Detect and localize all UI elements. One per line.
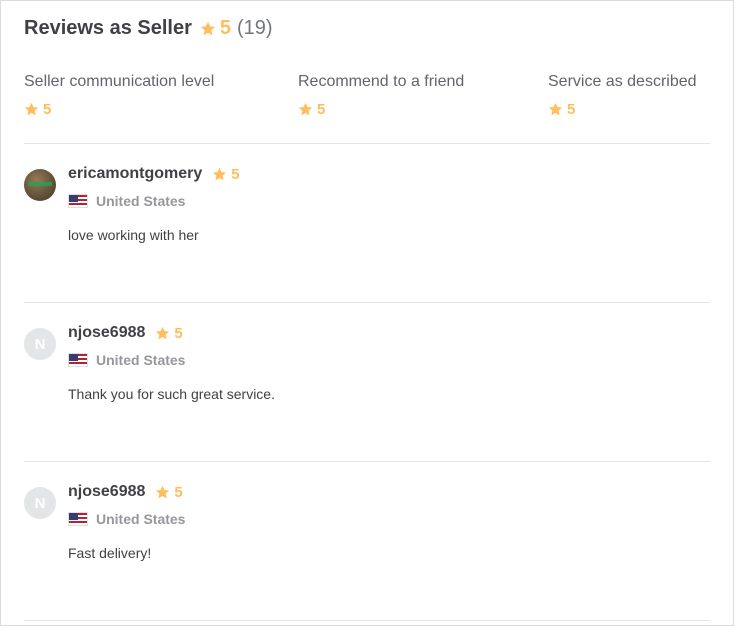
reviews-panel: Reviews as Seller 5 (19) Seller communic… (0, 0, 734, 626)
breakdown-label: Recommend to a friend (298, 73, 465, 90)
avatar[interactable]: N (24, 328, 56, 360)
star-icon (155, 485, 170, 500)
country-label: United States (96, 193, 186, 209)
breakdown-value: 5 (24, 101, 214, 118)
overall-rating: 5 (219, 17, 232, 39)
star-icon (212, 167, 227, 182)
breakdown-rating: 5 (317, 101, 326, 118)
divider (24, 143, 710, 144)
reviewer-username[interactable]: njose6988 (68, 324, 145, 342)
us-flag-icon (68, 353, 88, 367)
reviewer-row: njose6988 5 (68, 324, 183, 342)
breakdown-described: Service as described 5 (548, 73, 697, 118)
breakdown-rating: 5 (567, 101, 576, 118)
us-flag-icon (68, 512, 88, 526)
reviewer-username[interactable]: njose6988 (68, 483, 145, 501)
country-label: United States (96, 352, 186, 368)
review-rating: 5 (174, 483, 183, 501)
star-icon (155, 326, 170, 341)
breakdown-label: Service as described (548, 73, 697, 90)
breakdown-value: 5 (298, 101, 464, 118)
review-count: (19) (237, 17, 273, 39)
reviews-title: Reviews as Seller (24, 17, 192, 39)
us-flag-icon (68, 194, 88, 208)
star-icon (24, 102, 39, 117)
country-label: United States (96, 511, 186, 527)
breakdown-rating: 5 (43, 101, 52, 118)
reviews-header: Reviews as Seller 5 (19) (24, 17, 273, 40)
review-rating: 5 (174, 324, 183, 342)
reviewer-row: ericamontgomery 5 (68, 165, 240, 183)
star-icon (298, 102, 313, 117)
star-icon (548, 102, 563, 117)
reviewer-username[interactable]: ericamontgomery (68, 165, 202, 183)
breakdown-value: 5 (548, 101, 697, 118)
avatar[interactable]: N (24, 487, 56, 519)
review-text: Fast delivery! (68, 545, 152, 561)
divider (24, 620, 710, 621)
divider (24, 461, 710, 462)
reviewer-country: United States (68, 511, 185, 527)
review-rating: 5 (231, 165, 240, 183)
divider (24, 302, 710, 303)
breakdown-recommend: Recommend to a friend 5 (298, 73, 464, 118)
rating-breakdown: Seller communication level 5 Recommend t… (24, 73, 710, 118)
review-text: Thank you for such great service. (68, 386, 275, 402)
star-icon (200, 21, 216, 37)
breakdown-communication: Seller communication level 5 (24, 73, 214, 118)
reviewer-country: United States (68, 352, 185, 368)
reviewer-row: njose6988 5 (68, 483, 183, 501)
avatar[interactable] (24, 169, 56, 201)
breakdown-label: Seller communication level (24, 73, 215, 90)
reviewer-country: United States (68, 193, 185, 209)
review-text: love working with her (68, 227, 199, 243)
